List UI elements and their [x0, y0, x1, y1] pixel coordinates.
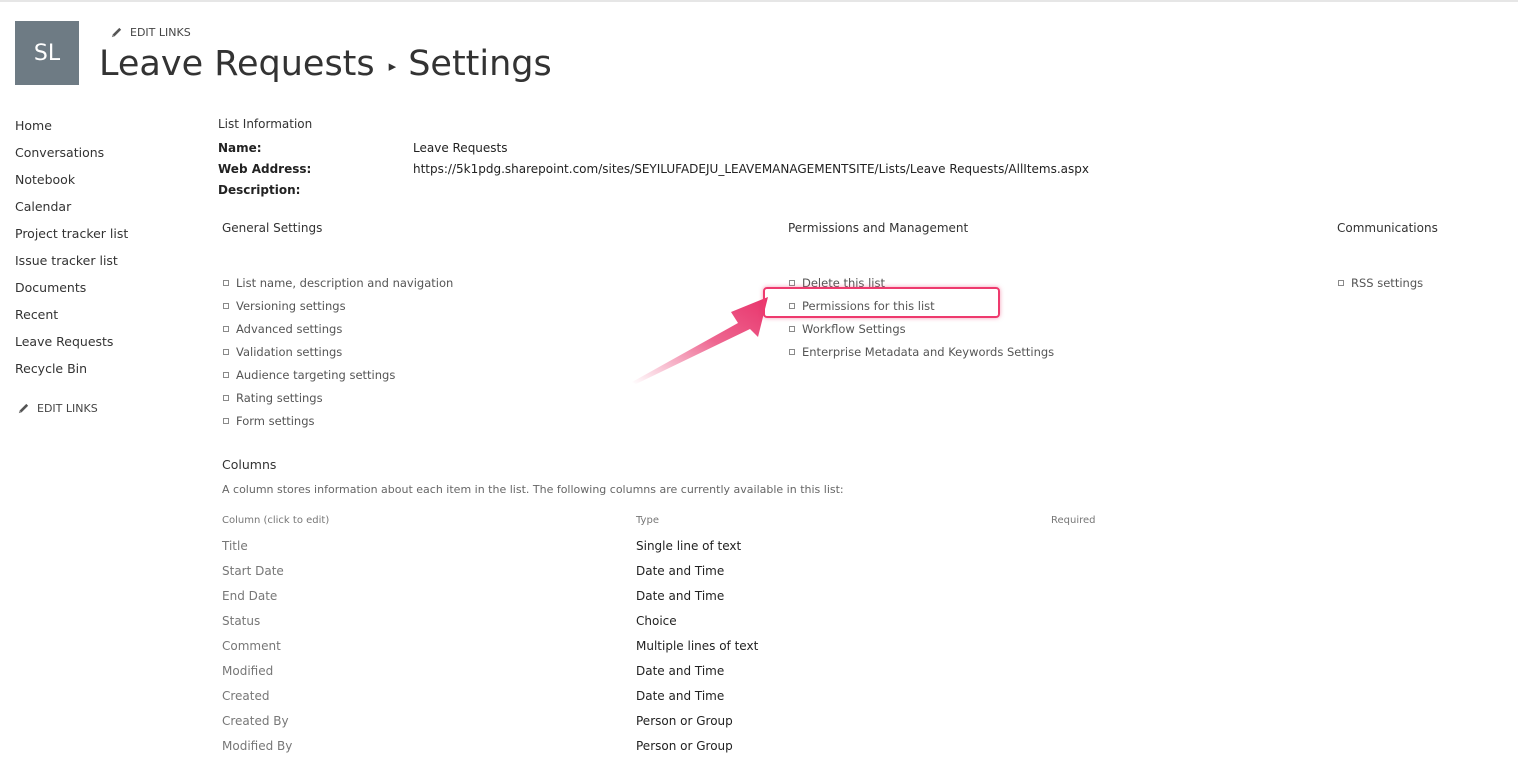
general-settings-heading: General Settings	[222, 221, 323, 235]
column-type: Multiple lines of text	[636, 639, 759, 653]
square-bullet-icon	[223, 302, 229, 309]
nav-item-documents[interactable]: Documents	[15, 279, 128, 306]
link-audience-targeting-settings[interactable]: Audience targeting settings	[222, 363, 453, 386]
left-navigation: Home Conversations Notebook Calendar Pro…	[15, 117, 128, 387]
nav-item-issue-tracker[interactable]: Issue tracker list	[15, 252, 128, 279]
web-address-label: Web Address:	[218, 162, 312, 176]
column-header-type: Type	[636, 515, 659, 526]
column-name-link[interactable]: Start Date	[222, 564, 284, 578]
link-workflow-settings[interactable]: Workflow Settings	[788, 317, 1054, 340]
column-type: Date and Time	[636, 589, 725, 603]
column-name-link[interactable]: Modified By	[222, 739, 292, 753]
arrow-annotation	[632, 297, 768, 384]
column-name-link[interactable]: Status	[222, 614, 260, 628]
column-type: Date and Time	[636, 664, 725, 678]
nav-item-leave-requests[interactable]: Leave Requests	[15, 333, 128, 360]
column-name-link[interactable]: End Date	[222, 589, 277, 603]
square-bullet-icon	[789, 348, 795, 355]
column-type: Person or Group	[636, 714, 733, 728]
link-versioning-settings[interactable]: Versioning settings	[222, 294, 453, 317]
table-row: Status Choice	[0, 614, 1518, 639]
table-row: Start Date Date and Time	[0, 564, 1518, 589]
link-list-name-description-navigation[interactable]: List name, description and navigation	[222, 271, 453, 294]
name-label: Name:	[218, 141, 262, 155]
pencil-icon	[18, 403, 29, 414]
breadcrumb-separator: ▸	[388, 57, 397, 75]
table-row: End Date Date and Time	[0, 589, 1518, 614]
column-header-required: Required	[1051, 515, 1096, 526]
general-settings-links: List name, description and navigation Ve…	[222, 271, 453, 432]
link-enterprise-metadata-keywords[interactable]: Enterprise Metadata and Keywords Setting…	[788, 340, 1054, 363]
nav-item-calendar[interactable]: Calendar	[15, 198, 128, 225]
top-border	[0, 0, 1518, 2]
communications-heading: Communications	[1337, 221, 1438, 235]
columns-description: A column stores information about each i…	[222, 483, 844, 496]
column-name-link[interactable]: Comment	[222, 639, 281, 653]
link-validation-settings[interactable]: Validation settings	[222, 340, 453, 363]
site-logo-initials: SL	[33, 40, 61, 66]
pencil-icon	[111, 27, 122, 38]
permissions-management-heading: Permissions and Management	[788, 221, 969, 235]
edit-links-nav[interactable]: EDIT LINKS	[17, 402, 98, 415]
nav-item-notebook[interactable]: Notebook	[15, 171, 128, 198]
site-logo[interactable]: SL	[15, 21, 79, 85]
column-type: Date and Time	[636, 689, 725, 703]
square-bullet-icon	[223, 348, 229, 355]
table-row: Created Date and Time	[0, 689, 1518, 714]
table-row: Created By Person or Group	[0, 714, 1518, 739]
link-rss-settings[interactable]: RSS settings	[1337, 271, 1423, 294]
edit-links-top[interactable]: EDIT LINKS	[110, 26, 191, 39]
column-header-name: Column (click to edit)	[222, 515, 330, 526]
column-name-link[interactable]: Created	[222, 689, 270, 703]
nav-item-recent[interactable]: Recent	[15, 306, 128, 333]
column-name-link[interactable]: Created By	[222, 714, 289, 728]
nav-item-conversations[interactable]: Conversations	[15, 144, 128, 171]
square-bullet-icon	[789, 325, 795, 332]
link-advanced-settings[interactable]: Advanced settings	[222, 317, 453, 340]
column-type: Date and Time	[636, 564, 725, 578]
nav-item-recycle-bin[interactable]: Recycle Bin	[15, 360, 128, 387]
column-type: Choice	[636, 614, 677, 628]
columns-heading: Columns	[222, 457, 277, 472]
highlight-box	[763, 287, 1000, 318]
description-label: Description:	[218, 183, 301, 197]
communications-links: RSS settings	[1337, 271, 1423, 294]
table-row: Modified Date and Time	[0, 664, 1518, 689]
square-bullet-icon	[223, 279, 229, 286]
square-bullet-icon	[223, 371, 229, 378]
breadcrumb-list[interactable]: Leave Requests	[99, 44, 375, 84]
list-information-heading: List Information	[218, 117, 313, 131]
edit-links-label: EDIT LINKS	[130, 26, 191, 39]
link-rating-settings[interactable]: Rating settings	[222, 386, 453, 409]
edit-links-label: EDIT LINKS	[37, 402, 98, 415]
table-row: Comment Multiple lines of text	[0, 639, 1518, 664]
breadcrumb-current: Settings	[408, 44, 552, 84]
nav-item-project-tracker[interactable]: Project tracker list	[15, 225, 128, 252]
column-name-link[interactable]: Modified	[222, 664, 273, 678]
web-address-value: https://5k1pdg.sharepoint.com/sites/SEYI…	[413, 162, 1089, 176]
nav-item-home[interactable]: Home	[15, 117, 128, 144]
column-type: Single line of text	[636, 539, 742, 553]
column-type: Person or Group	[636, 739, 733, 753]
square-bullet-icon	[223, 325, 229, 332]
square-bullet-icon	[1338, 279, 1344, 286]
table-row: Modified By Person or Group	[0, 739, 1518, 764]
square-bullet-icon	[223, 394, 229, 401]
link-form-settings[interactable]: Form settings	[222, 409, 453, 432]
square-bullet-icon	[789, 279, 795, 286]
square-bullet-icon	[223, 417, 229, 424]
page-title: Leave Requests ▸ Settings	[99, 44, 552, 84]
column-name-link[interactable]: Title	[222, 539, 248, 553]
table-row: Title Single line of text	[0, 539, 1518, 564]
name-value: Leave Requests	[413, 141, 508, 155]
